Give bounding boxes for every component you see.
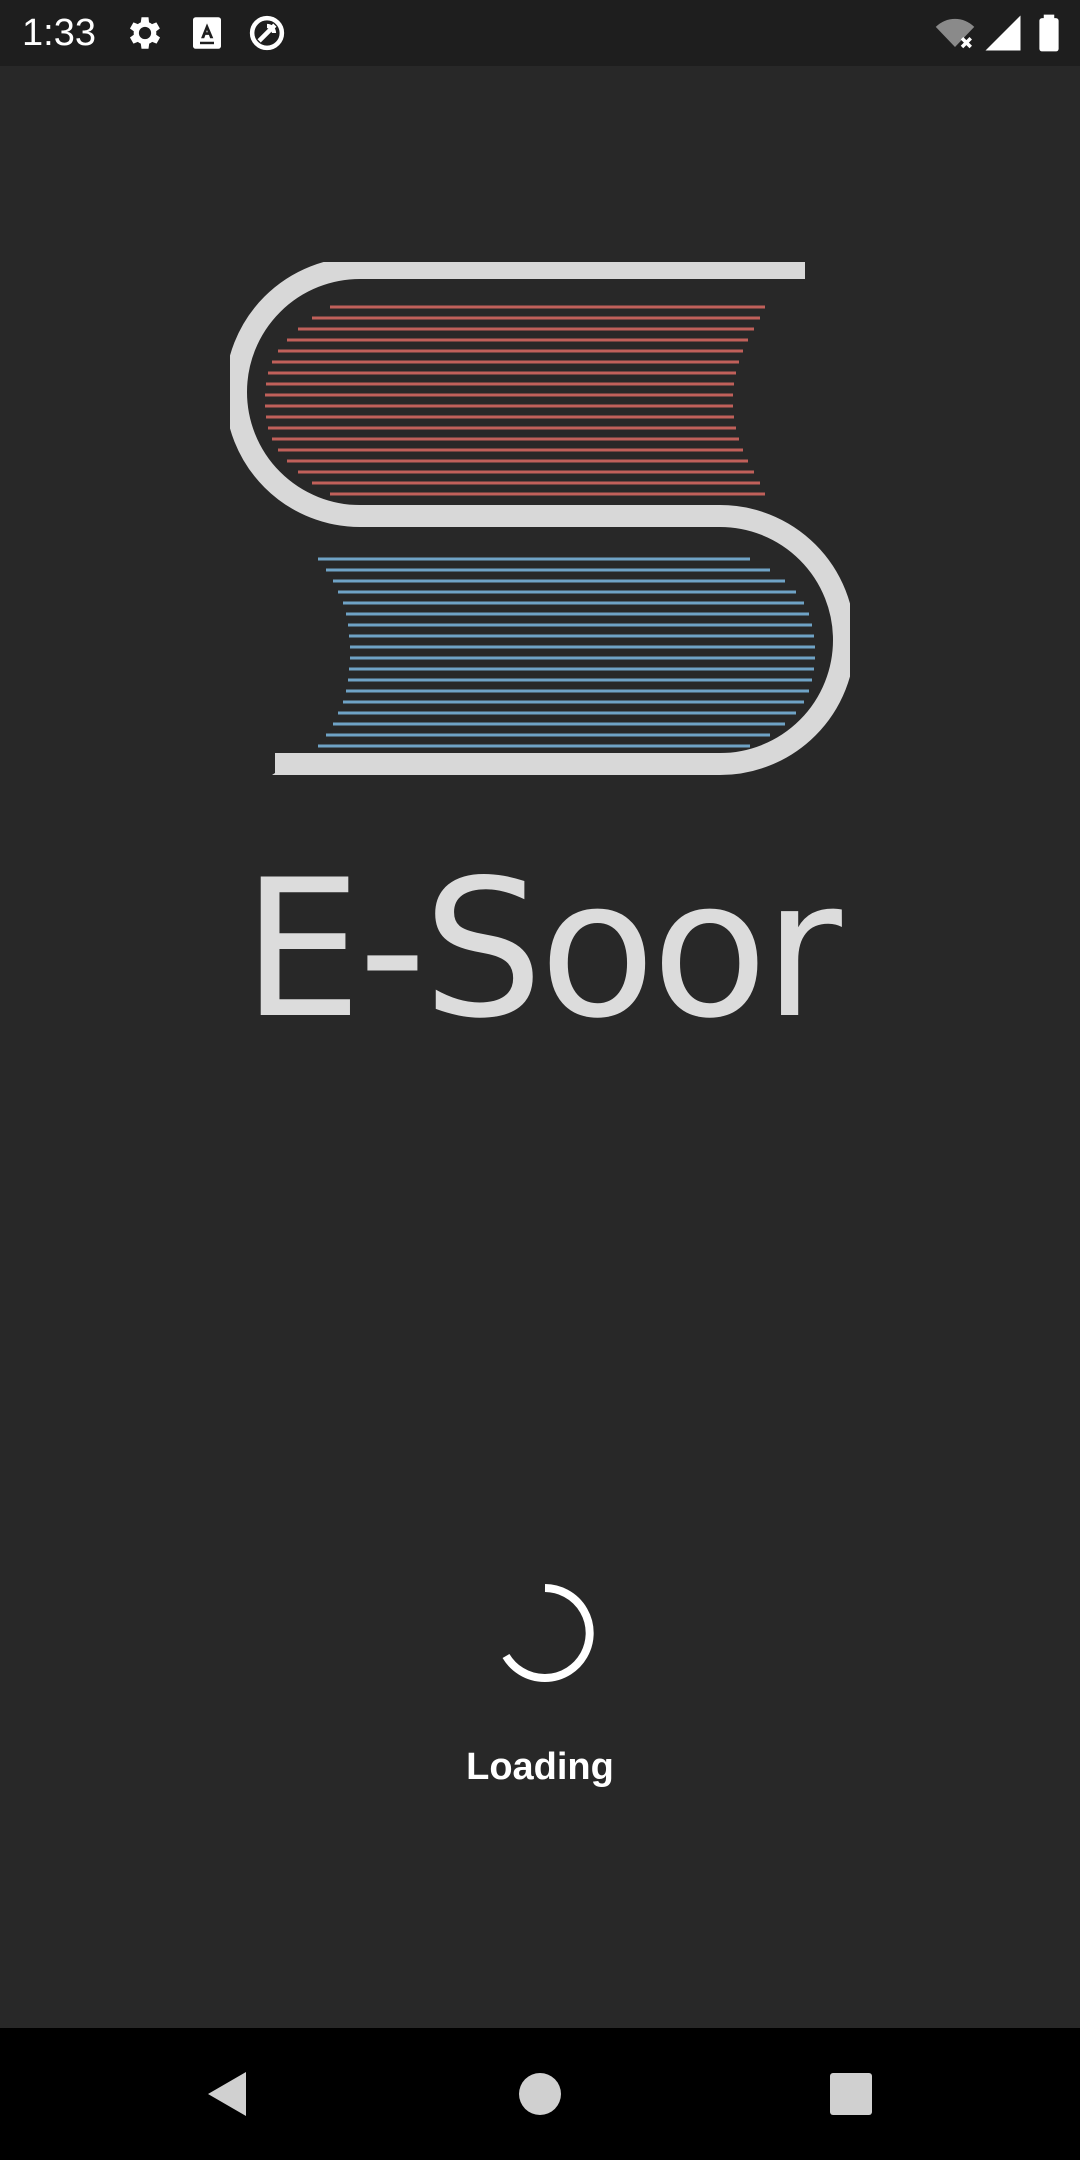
navigation-bar: [0, 2028, 1080, 2160]
logo-top-pages: [265, 305, 765, 496]
loading-label: Loading: [466, 1746, 614, 1788]
recents-icon[interactable]: [815, 2058, 887, 2130]
app-name: E-Soor: [242, 839, 842, 1060]
status-time: 1:33: [22, 12, 96, 54]
keyboard-a-icon: [193, 17, 221, 49]
status-bar: 1:33: [0, 0, 1080, 66]
app-logo: [230, 262, 850, 775]
wifi-off-icon: [935, 18, 975, 49]
logo-bottom-pages: [318, 557, 815, 748]
settings-icon: [129, 17, 161, 49]
home-icon[interactable]: [504, 2058, 576, 2130]
signal-icon: [985, 15, 1021, 51]
battery-icon: [1039, 14, 1059, 52]
back-icon[interactable]: [190, 2058, 262, 2130]
splash-screen: 1:33 E-Soor Loading: [0, 0, 1080, 2160]
loading-spinner-icon: [502, 1584, 594, 1682]
do-not-disturb-icon: [249, 15, 285, 51]
